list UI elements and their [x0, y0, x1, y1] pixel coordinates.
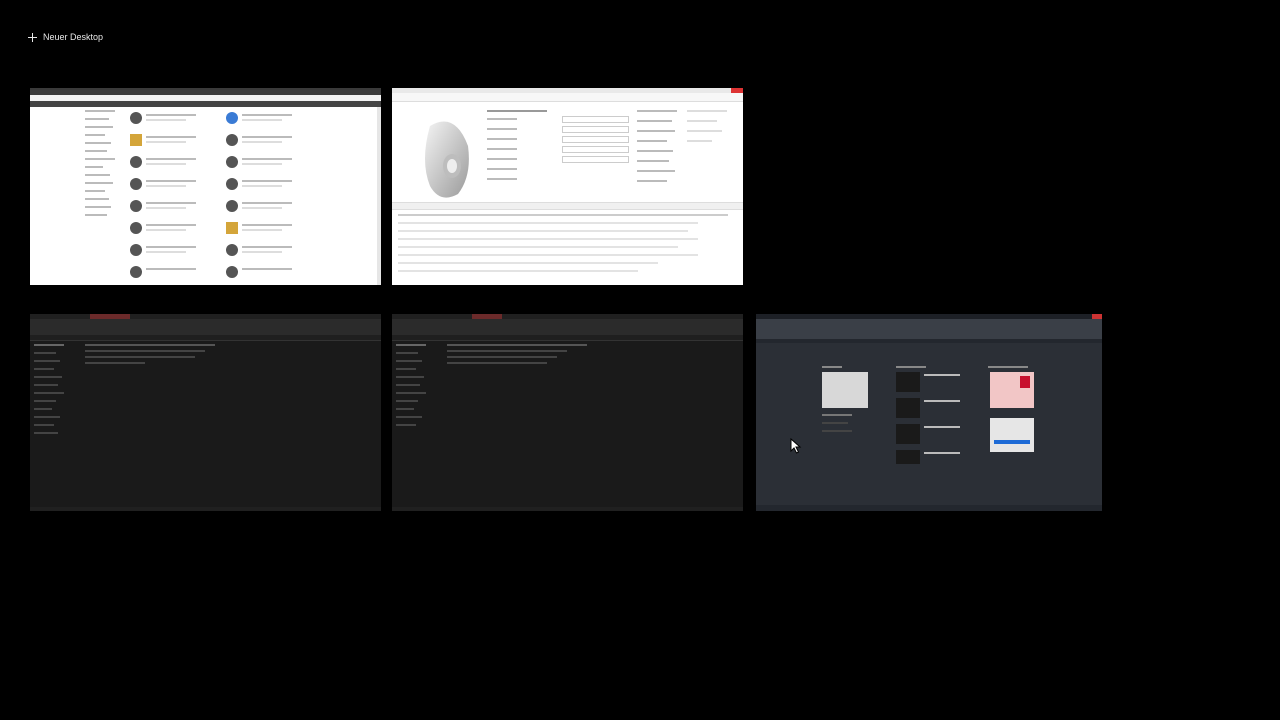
scrollbar: [377, 107, 381, 285]
new-desktop-button[interactable]: Neuer Desktop: [28, 28, 103, 46]
window-thumbnail-explorer-2[interactable]: [392, 314, 743, 511]
properties-form: [487, 106, 637, 206]
status-bar: [392, 507, 743, 511]
bom-table: [398, 212, 733, 277]
autocad-logo-card: [990, 372, 1034, 408]
mouse-cursor-icon: [790, 438, 802, 454]
file-list: [85, 344, 375, 404]
window-thumbnail-browser[interactable]: [30, 88, 381, 285]
status-bar: [30, 507, 381, 511]
autocad-tab-strip: [756, 339, 1102, 343]
window-thumbnail-explorer-1[interactable]: [30, 314, 381, 511]
file-list: [447, 344, 737, 404]
properties-form-right: [637, 106, 737, 206]
autocad-status-bar: [756, 505, 1102, 511]
autocad-ribbon: [756, 319, 1102, 339]
recent-documents: [896, 366, 966, 466]
browser-menu-strip: [30, 101, 381, 107]
navigation-pane: [34, 344, 84, 444]
cad-action-row: [392, 202, 743, 210]
window-thumbnail-cad[interactable]: [392, 88, 743, 285]
new-desktop-label: Neuer Desktop: [43, 32, 104, 42]
cad-toolbar: [392, 93, 743, 102]
window-thumbnail-autocad[interactable]: [756, 314, 1102, 511]
browser-tab-bar: [30, 88, 381, 95]
explorer-address-bar: [30, 335, 381, 341]
plus-icon: [28, 32, 37, 42]
template-preview: [822, 372, 868, 408]
start-drawing-panel: [822, 366, 872, 446]
connect-card: [990, 418, 1034, 452]
sidebar-categories: [85, 110, 125, 260]
notifications-panel: [988, 366, 1038, 456]
part-preview: [400, 106, 485, 211]
explorer-address-bar: [392, 335, 743, 341]
product-list: [128, 110, 318, 280]
navigation-pane: [396, 344, 446, 444]
explorer-ribbon: [30, 319, 381, 335]
explorer-ribbon: [392, 319, 743, 335]
